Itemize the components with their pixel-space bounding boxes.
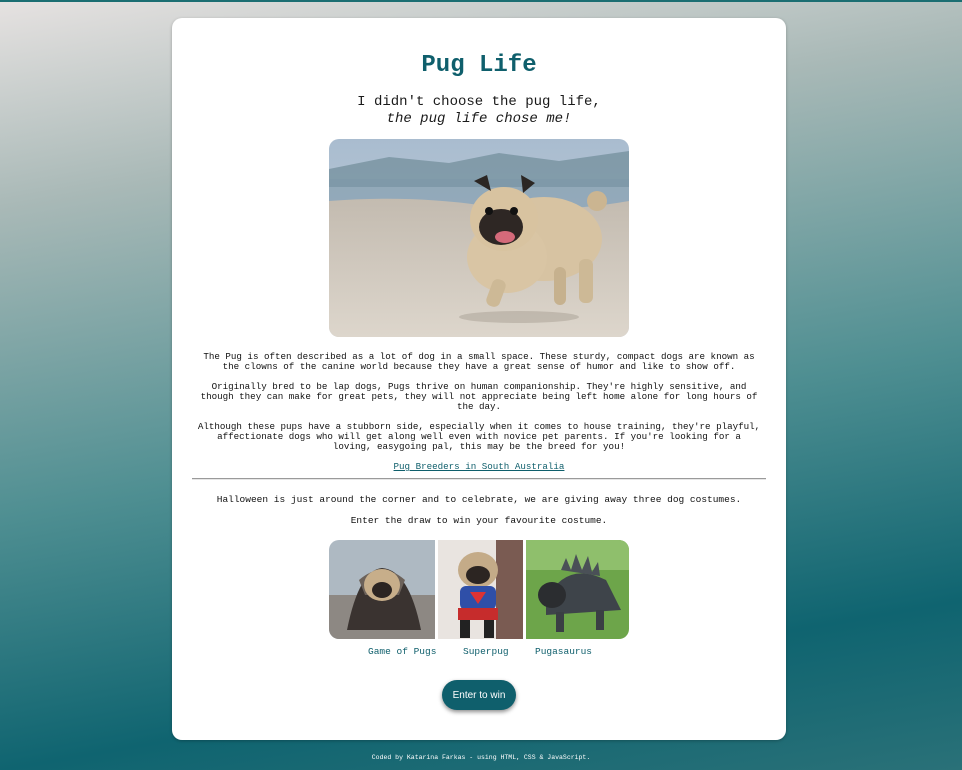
costume-label-game-of-pugs[interactable]: Game of Pugs — [368, 646, 436, 657]
description-paragraph: Although these pups have a stubborn side… — [197, 421, 761, 452]
enter-to-win-button[interactable]: Enter to win — [442, 680, 516, 710]
pug-description: The Pug is often described as a lot of d… — [196, 352, 762, 472]
costume-image-game-of-pugs[interactable] — [329, 540, 435, 639]
running-pug-photo — [329, 139, 629, 337]
costume-gallery — [329, 540, 629, 639]
costume-label-pugasaurus[interactable]: Pugasaurus — [535, 646, 592, 657]
draw-instruction: Enter the draw to win your favourite cos… — [350, 515, 608, 526]
pug-quote: I didn't choose the pug life, the pug li… — [172, 94, 786, 128]
description-paragraph: The Pug is often described as a lot of d… — [203, 351, 755, 372]
section-divider — [192, 478, 766, 480]
quote-line-1: I didn't choose the pug life, — [357, 94, 601, 110]
costume-image-pugasaurus[interactable] — [526, 540, 629, 639]
costume-label-superpug[interactable]: Superpug — [463, 646, 509, 657]
breeders-link[interactable]: Pug Breeders in South Australia — [394, 461, 565, 472]
content-card: Pug Life I didn't choose the pug life, t… — [172, 18, 786, 740]
quote-line-2: the pug life chose me! — [386, 111, 572, 127]
halloween-announcement: Halloween is just around the corner and … — [216, 494, 742, 505]
footer-credit: Coded by Katarina Farkas - using HTML, C… — [371, 754, 591, 761]
description-paragraph: Originally bred to be lap dogs, Pugs thr… — [200, 381, 758, 412]
costume-image-superpug[interactable] — [438, 540, 523, 639]
page-title: Pug Life — [421, 52, 537, 79]
